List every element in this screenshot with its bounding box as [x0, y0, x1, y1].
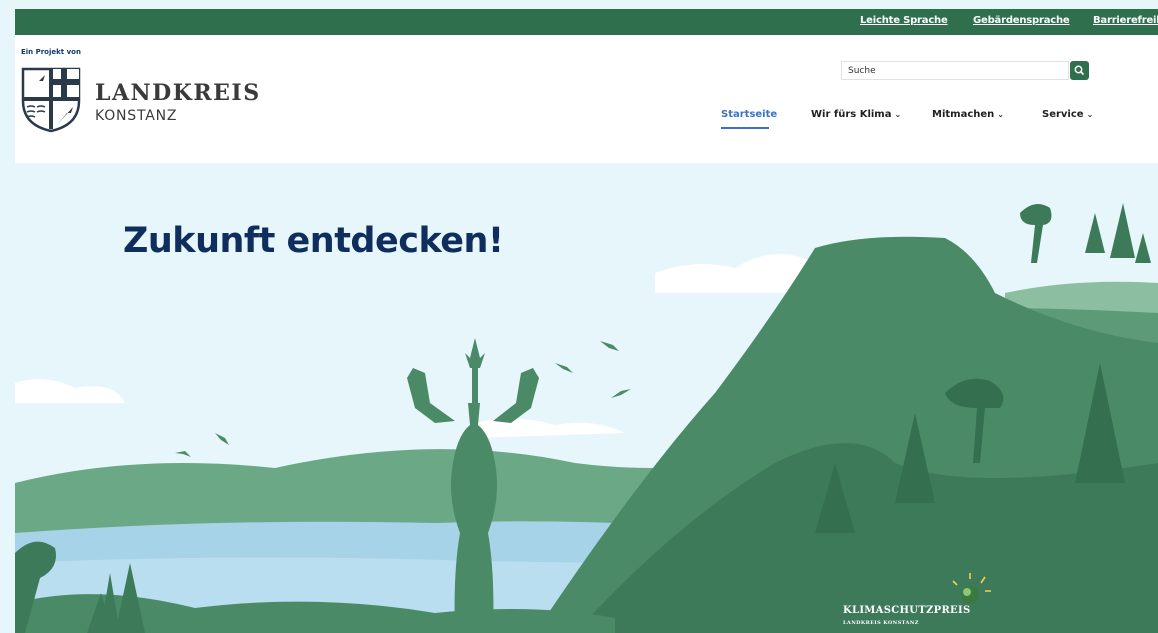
nav-active-indicator — [721, 127, 769, 129]
search-button[interactable] — [1070, 61, 1089, 80]
chevron-down-icon: ⌄ — [894, 110, 902, 119]
hero-headline: Zukunft entdecken! — [123, 221, 504, 261]
link-barrierefreiheit[interactable]: Barrierefreiheit — [1093, 15, 1158, 26]
search-icon — [1074, 65, 1085, 76]
klimaschutzpreis-badge[interactable]: KLIMASCHUTZPREIS LANDKREIS KONSTANZ — [843, 568, 983, 633]
top-utility-bar: Leichte Sprache Gebärdensprache Barriere… — [15, 9, 1158, 35]
nav-mitmachen[interactable]: Mitmachen ⌄ — [932, 109, 1004, 120]
project-label: Ein Projekt von — [21, 48, 81, 56]
logo-subtitle: KONSTANZ — [95, 108, 178, 124]
nav-label: Mitmachen — [932, 109, 995, 120]
badge-subtitle: LANDKREIS KONSTANZ — [843, 620, 919, 626]
landkreis-crest-icon — [21, 67, 81, 133]
nav-label: Wir fürs Klima — [811, 109, 892, 120]
nav-label: Service — [1042, 109, 1084, 120]
hero-section: Zukunft entdecken! KLIMASCHUTZPREIS LAND… — [15, 163, 1158, 633]
chevron-down-icon: ⌄ — [1086, 110, 1094, 119]
logo-title: LANDKREIS — [95, 80, 261, 106]
link-leichte-sprache[interactable]: Leichte Sprache — [860, 15, 948, 26]
nav-label: Startseite — [721, 109, 778, 120]
site-header: Ein Projekt von LANDKREIS KONSTANZ Start… — [15, 35, 1158, 163]
nav-wir-fuers-klima[interactable]: Wir fürs Klima ⌄ — [811, 109, 901, 120]
nav-service[interactable]: Service ⌄ — [1042, 109, 1093, 120]
search-input[interactable] — [841, 61, 1069, 80]
link-gebaerdensprache[interactable]: Gebärdensprache — [973, 15, 1070, 26]
badge-title: KLIMASCHUTZPREIS — [843, 605, 971, 616]
nav-startseite[interactable]: Startseite — [721, 109, 777, 120]
chevron-down-icon: ⌄ — [997, 110, 1004, 119]
